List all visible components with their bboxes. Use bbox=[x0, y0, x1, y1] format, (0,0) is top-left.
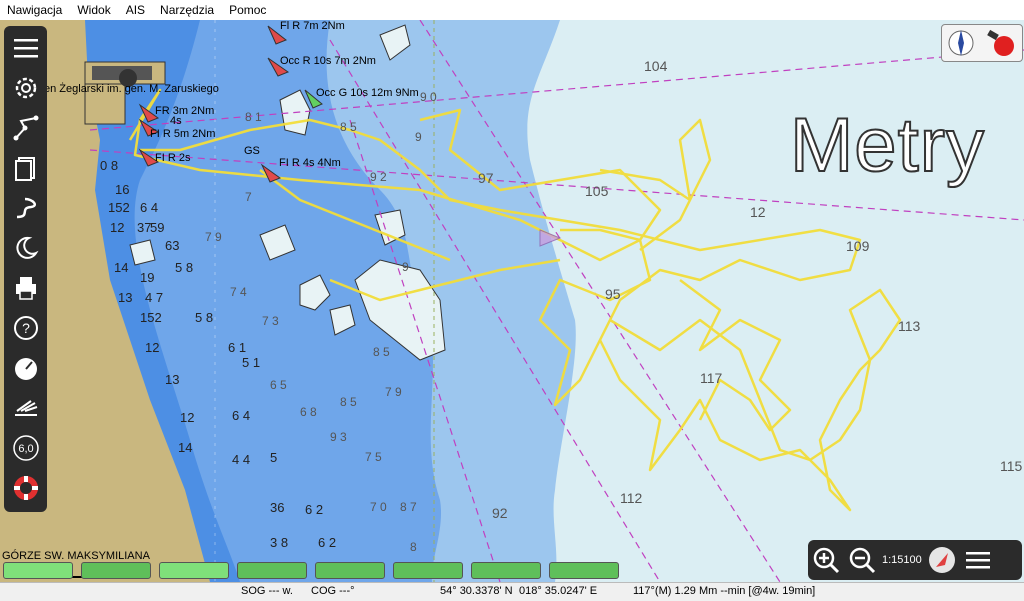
main-menu-button[interactable] bbox=[960, 542, 996, 578]
follow-boat-button[interactable] bbox=[924, 542, 960, 578]
svg-text:?: ? bbox=[22, 320, 30, 336]
indicator-3[interactable] bbox=[159, 562, 229, 579]
night-mode-button[interactable] bbox=[7, 229, 45, 267]
status-cog: COG ---° bbox=[311, 585, 355, 597]
menu-icon bbox=[13, 39, 38, 58]
documents-button[interactable] bbox=[7, 149, 45, 187]
menu-narzedzia[interactable]: Narzędzia bbox=[153, 3, 222, 17]
depth-105: 105 bbox=[585, 183, 609, 199]
depth-109: 109 bbox=[846, 238, 870, 254]
light-label-3: Occ G 10s 12m 9Nm bbox=[316, 87, 419, 99]
nautical-chart[interactable]: 0 8 16 152 6 4 12 37 14 19 13 4 7 152 12… bbox=[0, 20, 1024, 582]
light-label-8: FI R 4s 4Nm bbox=[279, 157, 341, 169]
speed-value: 6,0 bbox=[18, 443, 33, 455]
recording-icon bbox=[987, 29, 1014, 56]
indicator-1[interactable] bbox=[3, 562, 73, 579]
print-icon bbox=[15, 277, 36, 300]
dashboard-button[interactable] bbox=[7, 349, 45, 387]
menu-ais[interactable]: AIS bbox=[119, 3, 153, 17]
dashboard-icon bbox=[14, 358, 37, 380]
status-sog: SOG --- w. bbox=[241, 585, 293, 597]
light-label-6: 4s bbox=[170, 115, 182, 127]
print-button[interactable] bbox=[7, 269, 45, 307]
depth-113: 113 bbox=[898, 318, 921, 334]
indicator-2[interactable] bbox=[81, 562, 151, 579]
place-name: GÓRZE SW. MAKSYMILIANA bbox=[2, 550, 150, 562]
status-latitude: 54° 30.3378' N bbox=[440, 585, 513, 597]
depth-92: 92 bbox=[492, 505, 508, 521]
track-button[interactable] bbox=[7, 189, 45, 227]
chart-scale: 1:15100 bbox=[882, 554, 922, 566]
indicator-6[interactable] bbox=[393, 562, 463, 579]
compass-icon bbox=[948, 30, 974, 56]
menu-pomoc[interactable]: Pomoc bbox=[222, 3, 274, 17]
track-icon bbox=[16, 197, 36, 219]
depth-104: 104 bbox=[644, 58, 668, 74]
zoom-bar: 1:15100 bbox=[808, 540, 1022, 580]
menu-button[interactable] bbox=[7, 29, 45, 67]
zoom-out-icon bbox=[849, 547, 876, 574]
depth-115: 115 bbox=[1000, 458, 1023, 474]
instrument-indicators bbox=[3, 562, 627, 580]
depth-97: 97 bbox=[478, 170, 494, 186]
route-icon bbox=[13, 115, 38, 141]
compass-panel[interactable] bbox=[941, 24, 1023, 62]
light-label-4: FR 3m 2Nm bbox=[155, 105, 215, 117]
lifebuoy-icon bbox=[13, 476, 38, 500]
help-button[interactable]: ? bbox=[7, 309, 45, 347]
indicator-8[interactable] bbox=[549, 562, 619, 579]
menu-bar: Nawigacja Widok AIS Narzędzia Pomoc bbox=[0, 0, 1024, 21]
status-longitude: 018° 35.0247' E bbox=[519, 585, 598, 597]
indicator-5[interactable] bbox=[315, 562, 385, 579]
menu-nawigacja[interactable]: Nawigacja bbox=[0, 3, 70, 17]
depth-95: 95 bbox=[605, 286, 621, 302]
zoom-in-button[interactable] bbox=[808, 542, 844, 578]
depth-112: 112 bbox=[620, 490, 643, 506]
indicator-4[interactable] bbox=[237, 562, 307, 579]
hamburger-icon bbox=[965, 552, 990, 569]
harbour-name: en Żeglarski im. gen. M. Zaruskiego bbox=[44, 83, 219, 95]
light-label-1: Fl R 7m 2Nm bbox=[280, 20, 345, 32]
light-label-7: FI R 2s bbox=[155, 152, 191, 164]
settings-button[interactable] bbox=[7, 69, 45, 107]
light-label-9: GS bbox=[244, 145, 260, 157]
light-label-5: FI R 5m 2Nm bbox=[150, 128, 216, 140]
ais-icon bbox=[14, 400, 37, 416]
mob-button[interactable] bbox=[7, 469, 45, 507]
zoom-out-button[interactable] bbox=[844, 542, 880, 578]
ais-button[interactable] bbox=[7, 389, 45, 427]
speed-button[interactable]: 6,0 bbox=[7, 429, 45, 467]
indicator-7[interactable] bbox=[471, 562, 541, 579]
status-bar: SOG --- w. COG ---° 54° 30.3378' N 018° … bbox=[0, 582, 1024, 601]
help-icon: ? bbox=[13, 316, 38, 340]
speed-icon: 6,0 bbox=[12, 435, 39, 461]
settings-icon bbox=[15, 77, 36, 99]
menu-widok[interactable]: Widok bbox=[70, 3, 118, 17]
night-mode-icon bbox=[15, 236, 39, 259]
left-toolbar: ? 6,0 bbox=[4, 26, 47, 512]
depth-117: 117 bbox=[700, 370, 723, 386]
units-watermark: Metry bbox=[789, 102, 985, 189]
boat-icon bbox=[928, 547, 955, 573]
route-button[interactable] bbox=[7, 109, 45, 147]
status-bearing-info: 117°(M) 1.29 Mm --min [@4w. 19min] bbox=[633, 585, 816, 597]
zoom-in-icon bbox=[813, 547, 840, 574]
document-icon bbox=[14, 157, 35, 181]
depth-12: 12 bbox=[750, 204, 766, 220]
light-label-2: Occ R 10s 7m 2Nm bbox=[280, 55, 376, 67]
